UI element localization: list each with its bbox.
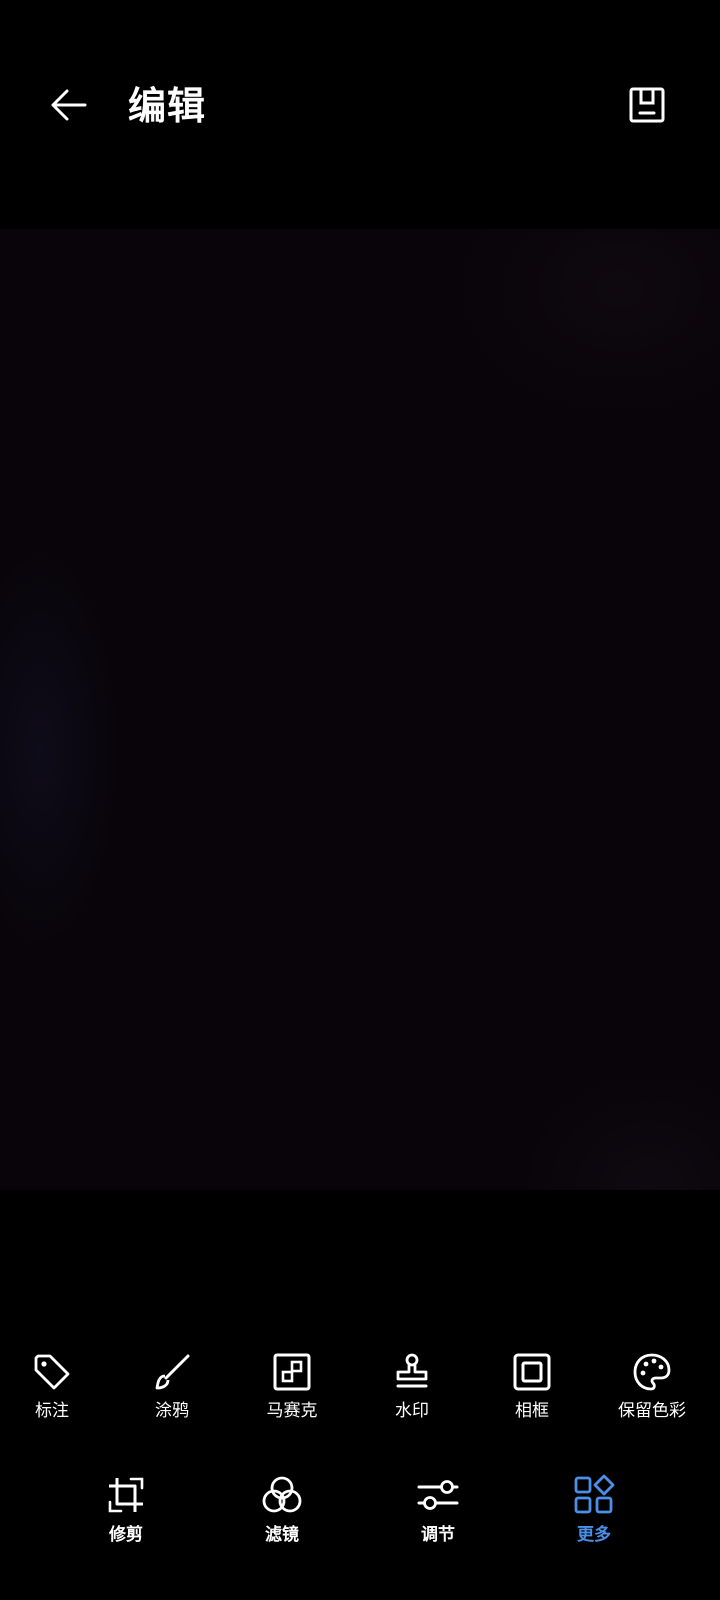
photo-content: [0, 229, 720, 1190]
tool-label: 相框: [515, 1401, 549, 1421]
more-grid-icon: [571, 1472, 617, 1518]
tool-label: 水印: [395, 1401, 429, 1421]
mosaic-icon: [270, 1350, 314, 1394]
tab-more[interactable]: 更多: [539, 1472, 649, 1552]
tab-label: 更多: [577, 1525, 611, 1545]
tab-label: 滤镜: [265, 1525, 299, 1545]
arrow-left-icon: [49, 85, 89, 125]
top-bar: 编辑: [0, 60, 720, 146]
tool-label: 马赛克: [266, 1401, 318, 1421]
save-button[interactable]: [622, 80, 672, 130]
tab-label: 调节: [421, 1525, 455, 1545]
tab-filter[interactable]: 滤镜: [227, 1472, 337, 1552]
tool-label: 标注: [35, 1401, 69, 1421]
tab-adjust[interactable]: 调节: [383, 1472, 493, 1552]
tool-mosaic[interactable]: 马赛克: [237, 1350, 347, 1430]
tool-watermark[interactable]: 水印: [357, 1350, 467, 1430]
tool-frame[interactable]: 相框: [477, 1350, 587, 1430]
tab-label: 修剪: [109, 1525, 143, 1545]
palette-icon: [630, 1350, 674, 1394]
crop-icon: [103, 1472, 149, 1518]
tool-color-keep[interactable]: 保留色彩: [597, 1350, 707, 1430]
bottom-tab-bar: 修剪 滤镜 调节 更多: [0, 1472, 720, 1552]
tool-doodle[interactable]: 涂鸦: [117, 1350, 227, 1430]
tab-crop[interactable]: 修剪: [71, 1472, 181, 1552]
tool-options-row: 标注 涂鸦 马赛克 水印 相框 保留色彩: [0, 1350, 720, 1430]
frame-icon: [510, 1350, 554, 1394]
brush-icon: [150, 1350, 194, 1394]
tool-annotate[interactable]: 标注: [0, 1350, 107, 1430]
stamp-icon: [390, 1350, 434, 1394]
save-icon: [627, 85, 667, 125]
tool-label: 保留色彩: [618, 1401, 686, 1421]
back-button[interactable]: [44, 80, 94, 130]
tag-icon: [30, 1350, 74, 1394]
sliders-icon: [415, 1472, 461, 1518]
filter-icon: [259, 1472, 305, 1518]
photo-canvas[interactable]: [0, 229, 720, 1190]
page-title: 编辑: [128, 84, 207, 128]
tool-label: 涂鸦: [155, 1401, 189, 1421]
